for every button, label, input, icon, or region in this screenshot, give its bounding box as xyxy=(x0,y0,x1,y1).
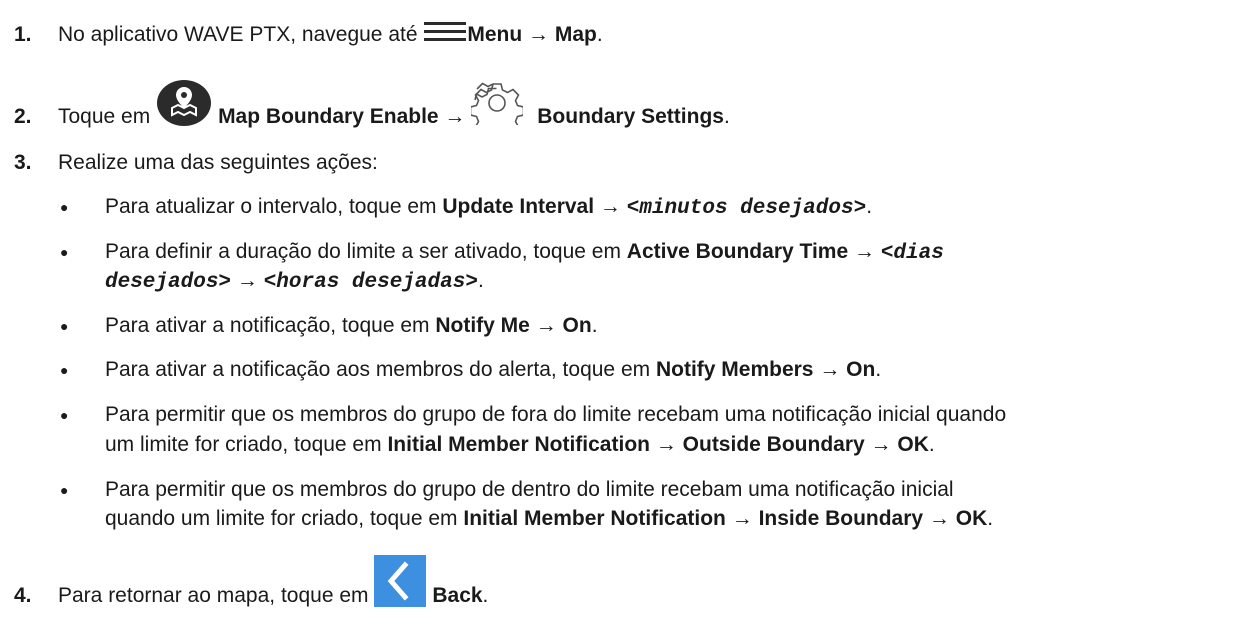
bullet-marker: ● xyxy=(60,407,69,423)
bullet-marker: ● xyxy=(60,362,69,378)
step-number: 4. xyxy=(14,584,32,607)
bullet-marker: ● xyxy=(60,482,69,498)
step-number: 1. xyxy=(14,23,32,46)
initial-member-notification-label: Initial Member Notification xyxy=(387,433,650,456)
map-label: Map xyxy=(554,23,597,46)
step-text: Toque em xyxy=(58,105,157,128)
bullet-marker: ● xyxy=(60,199,69,215)
gear-icon xyxy=(471,82,524,126)
bullet-marker: ● xyxy=(60,244,69,260)
step-text: No aplicativo WAVE PTX, navegue até xyxy=(58,23,424,46)
menu-icon xyxy=(424,22,467,42)
notify-members-label: Notify Members xyxy=(655,358,814,381)
outside-boundary-label: Outside Boundary xyxy=(682,433,865,456)
menu-label: Menu xyxy=(467,23,523,46)
placeholder-value: desejados> xyxy=(105,271,232,294)
active-boundary-time-label: Active Boundary Time xyxy=(626,240,849,263)
bullet-marker: ● xyxy=(60,318,69,334)
notify-me-label: Notify Me xyxy=(435,314,530,337)
back-label: Back xyxy=(432,584,483,607)
map-boundary-enable-label: Map Boundary Enable xyxy=(218,105,439,128)
step-number: 2. xyxy=(14,105,32,128)
placeholder-value: <dias xyxy=(880,242,944,265)
initial-member-notification-label: Initial Member Notification xyxy=(463,507,726,530)
update-interval-label: Update Interval xyxy=(442,195,595,218)
step-text: Para retornar ao mapa, toque em xyxy=(58,584,375,607)
boundary-settings-label: Boundary Settings xyxy=(537,105,724,128)
map-boundary-icon xyxy=(157,80,212,127)
step-text: Realize uma das seguintes ações: xyxy=(58,151,378,174)
back-chevron-icon xyxy=(374,555,427,608)
inside-boundary-label: Inside Boundary xyxy=(758,507,924,530)
placeholder-value: <minutos desejados> xyxy=(626,197,867,220)
step-number: 3. xyxy=(14,151,32,174)
placeholder-value: <horas desejadas> xyxy=(263,271,478,294)
